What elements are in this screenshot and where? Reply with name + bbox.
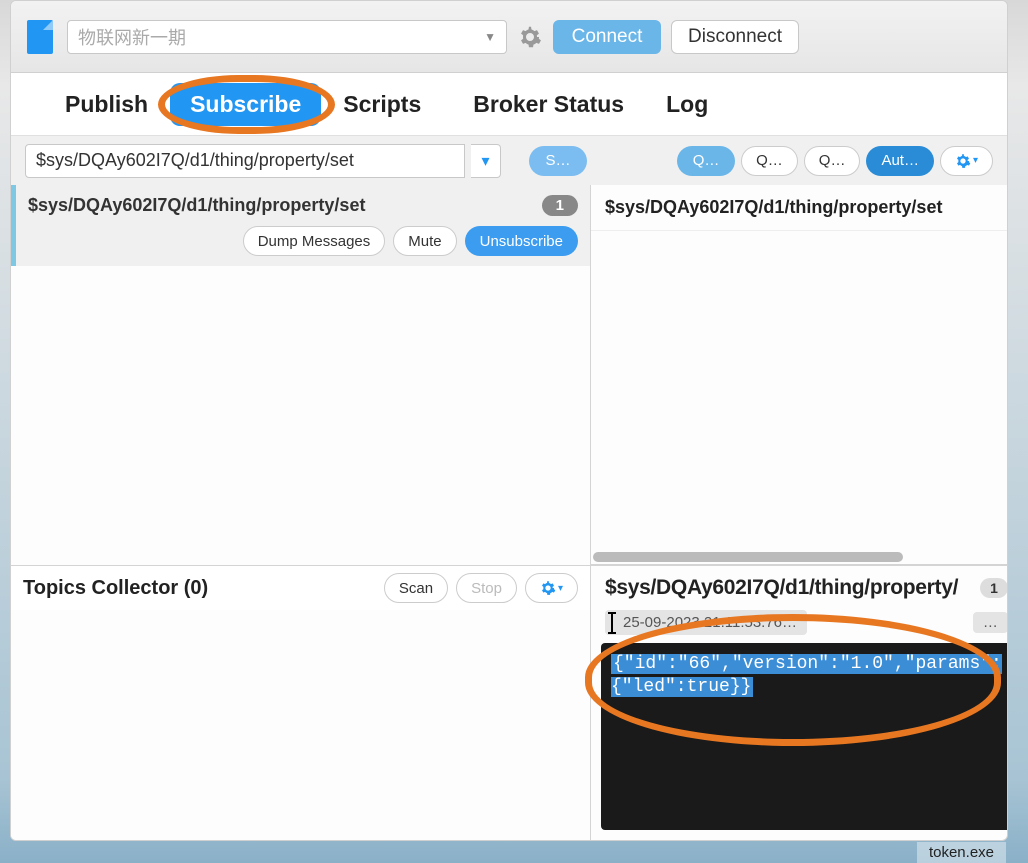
connection-placeholder: 物联网新一期 <box>78 24 186 50</box>
tab-publish[interactable]: Publish <box>45 83 168 126</box>
qos-button-3[interactable]: Q… <box>804 146 861 176</box>
collector-body <box>11 610 590 840</box>
file-icon <box>27 20 53 54</box>
subscribe-bar: $sys/DQAy602I7Q/d1/thing/property/set ▾ … <box>11 135 1007 185</box>
qos-button-2[interactable]: Q… <box>741 146 798 176</box>
tab-subscribe-label: Subscribe <box>190 91 301 117</box>
dump-messages-button[interactable]: Dump Messages <box>243 226 386 256</box>
message-detail: $sys/DQAy602I7Q/d1/thing/property/ 1 25-… <box>591 565 1007 840</box>
payload-text: {"id":"66","version":"1.0","params":{"le… <box>611 654 1002 697</box>
subscription-topic: $sys/DQAy602I7Q/d1/thing/property/set <box>28 195 365 216</box>
qos-button-1[interactable]: Q… <box>677 146 735 176</box>
subscription-empty-area <box>11 266 590 565</box>
chevron-down-icon: ▼ <box>484 30 496 44</box>
topic-input[interactable]: $sys/DQAy602I7Q/d1/thing/property/set <box>25 144 465 178</box>
message-count-badge: 1 <box>542 195 578 216</box>
tab-bar: Publish Subscribe Scripts Broker Status … <box>11 73 1007 135</box>
horizontal-scrollbar[interactable] <box>593 552 903 562</box>
main-content: $sys/DQAy602I7Q/d1/thing/property/set 1 … <box>11 185 1007 840</box>
toolbar: 物联网新一期 ▼ Connect Disconnect <box>11 1 1007 73</box>
mute-button[interactable]: Mute <box>393 226 456 256</box>
settings-icon[interactable] <box>517 24 543 50</box>
topic-dropdown-toggle[interactable]: ▾ <box>471 144 501 178</box>
autoscroll-button[interactable]: Aut… <box>866 146 934 176</box>
payload-box[interactable]: {"id":"66","version":"1.0","params":{"le… <box>601 643 1007 830</box>
tab-log[interactable]: Log <box>646 83 728 126</box>
stop-button: Stop <box>456 573 517 603</box>
unsubscribe-button[interactable]: Unsubscribe <box>465 226 578 256</box>
taskbar-item[interactable]: token.exe <box>917 842 1006 863</box>
tab-subscribe[interactable]: Subscribe <box>170 83 321 126</box>
subscription-item[interactable]: $sys/DQAy602I7Q/d1/thing/property/set 1 … <box>11 185 590 266</box>
collector-title: Topics Collector (0) <box>23 577 208 600</box>
message-topic: $sys/DQAy602I7Q/d1/thing/property/ <box>605 576 958 600</box>
collector-options-button[interactable]: ▾ <box>525 573 578 603</box>
options-button[interactable]: ▾ <box>940 146 993 176</box>
disconnect-button[interactable]: Disconnect <box>671 20 799 54</box>
subscribe-button[interactable]: S… <box>529 146 587 176</box>
topics-collector: Topics Collector (0) Scan Stop ▾ <box>11 565 591 840</box>
connection-select[interactable]: 物联网新一期 ▼ <box>67 20 507 54</box>
scan-button[interactable]: Scan <box>384 573 448 603</box>
topic-panel: $sys/DQAy602I7Q/d1/thing/property/set <box>591 185 1007 565</box>
message-list[interactable] <box>591 231 1007 564</box>
app-window: 物联网新一期 ▼ Connect Disconnect Publish Subs… <box>10 0 1008 841</box>
text-cursor-icon <box>611 614 613 632</box>
message-timestamp: 25-09-2023 21:11:53.76… <box>605 610 807 635</box>
connect-button[interactable]: Connect <box>553 20 661 54</box>
message-index-badge: 1 <box>980 578 1007 598</box>
tab-broker-status[interactable]: Broker Status <box>453 83 644 126</box>
message-more-button[interactable]: … <box>973 612 1007 633</box>
timestamp-text: 25-09-2023 21:11:53.76… <box>623 614 797 631</box>
subscription-list: $sys/DQAy602I7Q/d1/thing/property/set 1 … <box>11 185 591 565</box>
tab-scripts[interactable]: Scripts <box>323 83 441 126</box>
topic-panel-title: $sys/DQAy602I7Q/d1/thing/property/set <box>591 185 1007 231</box>
